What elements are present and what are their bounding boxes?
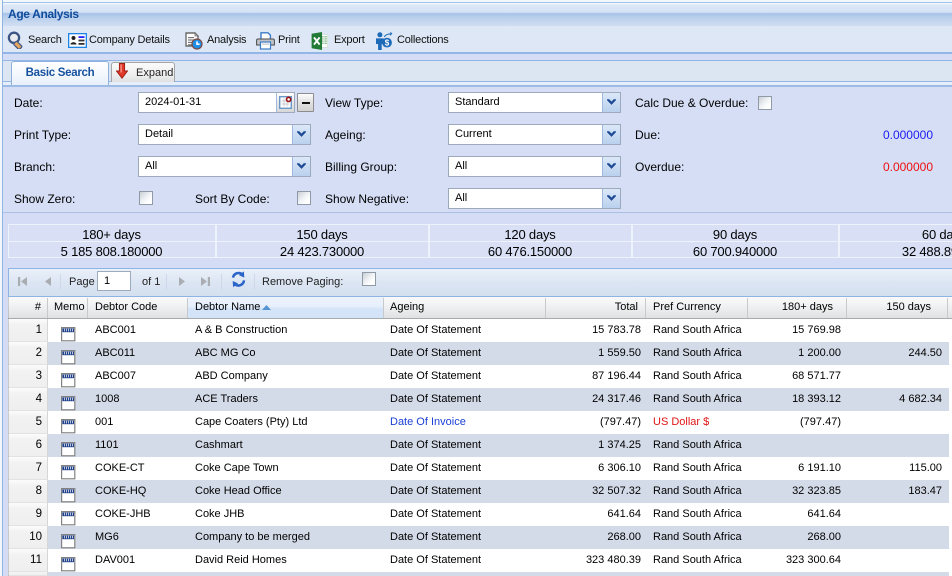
svg-text:$: $	[385, 39, 390, 48]
